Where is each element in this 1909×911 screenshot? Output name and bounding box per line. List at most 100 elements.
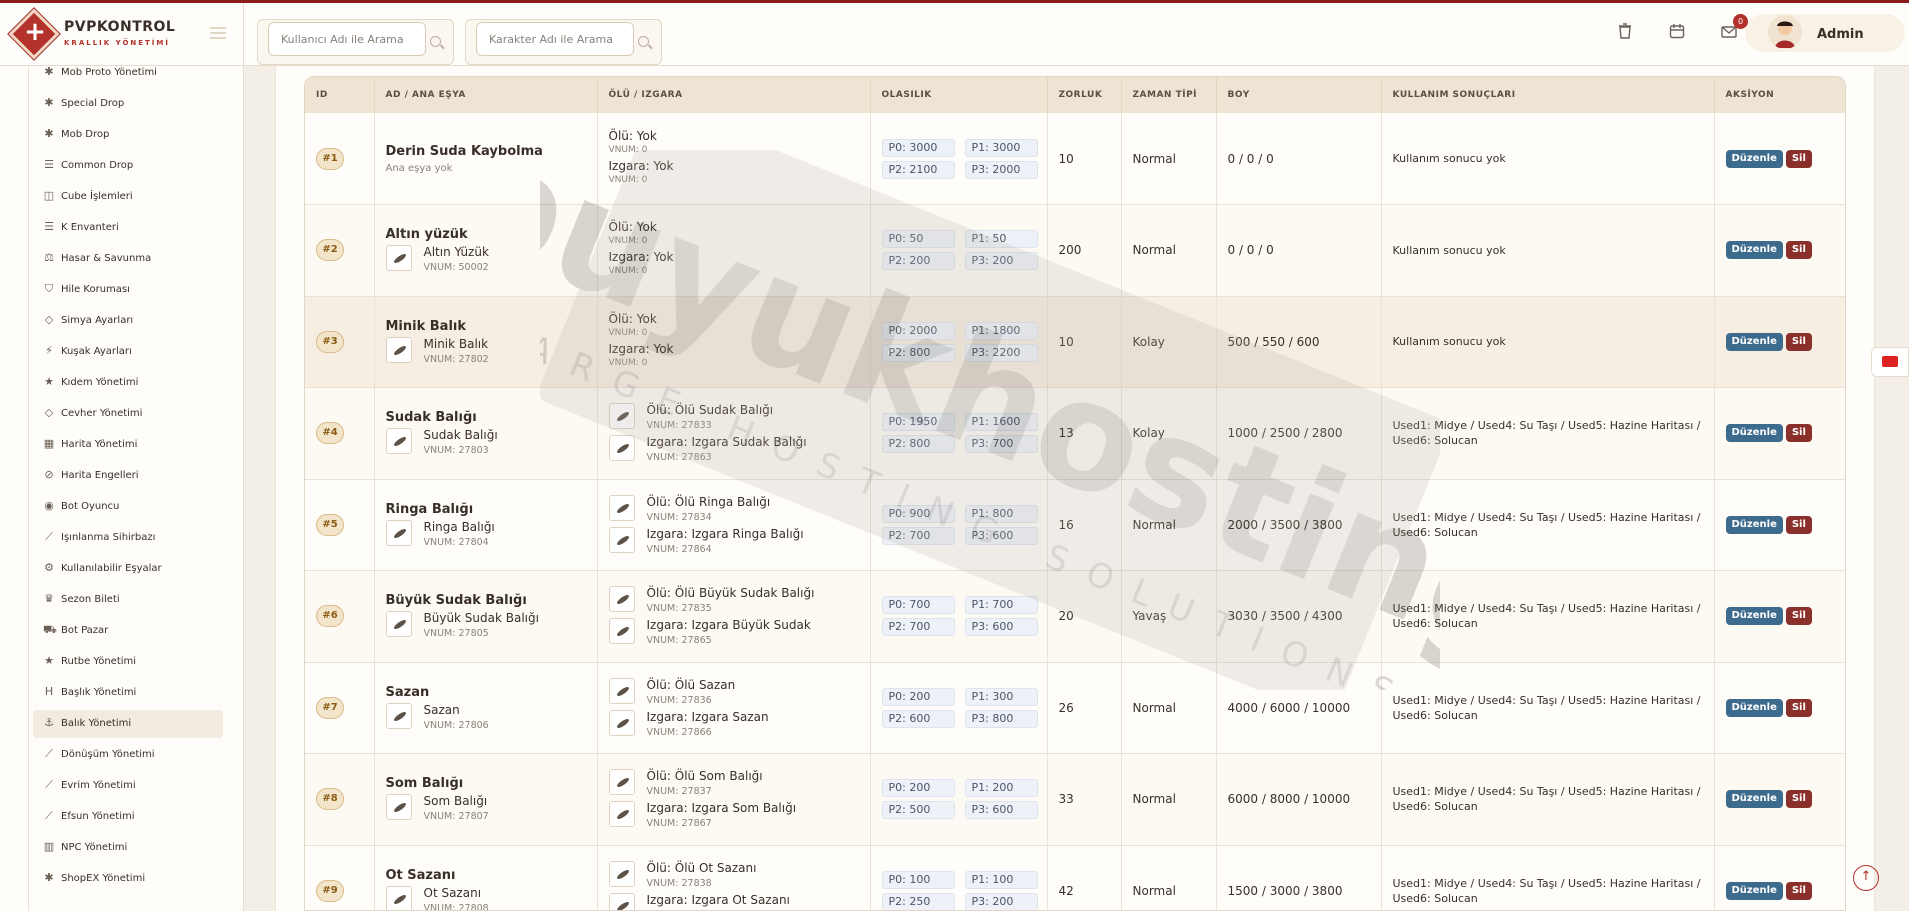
delete-button[interactable]: Sil xyxy=(1785,424,1812,443)
size-cell: 1000 / 2500 / 2800 xyxy=(1216,387,1382,480)
column-header[interactable]: AD / ANA EŞYA xyxy=(374,77,598,113)
shield-icon: ⛉ xyxy=(44,282,54,295)
delete-button[interactable]: Sil xyxy=(1785,515,1812,534)
probability-p0: P0: 1950 xyxy=(881,413,955,432)
dead-item: Ölü: Ölü Sazan xyxy=(646,677,736,692)
grill-item-vnum: VNUM: 27865 xyxy=(646,635,712,647)
table-row[interactable]: #8 Som Balığı Som Balığı VNUM: 27807 Ölü: … xyxy=(305,753,1845,846)
sidebar-item[interactable]: ✱ Mob Drop xyxy=(33,121,223,149)
table-row[interactable]: #4 Sudak Balığı Sudak Balığı VNUM: 27803 Ö… xyxy=(305,387,1845,480)
sidebar-item[interactable]: ⛟ Bot Pazar xyxy=(33,617,223,645)
column-header[interactable]: KULLANIM SONUÇLARI xyxy=(1381,77,1715,113)
sidebar-item[interactable]: ☰ K Envanteri xyxy=(33,214,223,242)
sidebar-item[interactable]: H Başlık Yönetimi xyxy=(33,679,223,707)
sidebar-item[interactable]: ◉ Bot Oyuncu xyxy=(33,493,223,521)
sidebar-item[interactable]: ⚓ Balık Yönetimi xyxy=(33,710,223,738)
character-search-input[interactable] xyxy=(476,22,634,56)
probability-p1: P1: 100 xyxy=(964,870,1038,889)
table-row[interactable]: #9 Ot Sazanı Ot Sazanı VNUM: 27808 Ölü: Öl… xyxy=(305,845,1845,910)
id-badge: #1 xyxy=(316,147,344,170)
edit-button[interactable]: Düzenle xyxy=(1725,515,1783,534)
edit-button[interactable]: Düzenle xyxy=(1725,241,1783,260)
gem-icon: ◇ xyxy=(44,313,54,326)
main-item-vnum: VNUM: 27807 xyxy=(423,811,489,823)
column-header[interactable]: ZAMAN TİPİ xyxy=(1121,77,1217,113)
table-row[interactable]: #7 Sazan Sazan VNUM: 27806 Ölü: Ölü Sazan V… xyxy=(305,662,1845,754)
probability-p1: P1: 3000 xyxy=(964,138,1038,157)
sidebar-item[interactable]: ⚡ Kuşak Ayarları xyxy=(33,338,223,366)
scroll-to-top-button[interactable]: ↑ xyxy=(1853,865,1879,891)
column-header[interactable]: OLASILIK xyxy=(870,77,1048,113)
dead-item-thumbnail-icon xyxy=(608,769,635,796)
delete-button[interactable]: Sil xyxy=(1785,607,1812,626)
sidebar-item[interactable]: ⟋ Işınlanma Sihirbazı xyxy=(33,524,223,552)
size-cell: 2000 / 3500 / 3800 xyxy=(1216,479,1382,571)
language-flag-selector[interactable] xyxy=(1871,347,1909,377)
table-row[interactable]: #5 Ringa Balığı Ringa Balığı VNUM: 27804 Ö… xyxy=(305,479,1845,571)
edit-button[interactable]: Düzenle xyxy=(1725,790,1783,809)
menu-toggle-icon[interactable] xyxy=(210,27,226,39)
sidebar-item[interactable]: ◇ Simya Ayarları xyxy=(33,307,223,335)
sidebar-item[interactable]: ⚖ Hasar & Savunma xyxy=(33,245,223,273)
table-row[interactable]: #2 Altın yüzük Altın Yüzük VNUM: 50002 Ölü… xyxy=(305,204,1845,297)
sidebar-item[interactable]: ◇ Cevher Yönetimi xyxy=(33,400,223,428)
delete-button[interactable]: Sil xyxy=(1785,332,1812,351)
dead-grill-cell: Ölü: Ölü Ringa Balığı VNUM: 27834 Izgara:… xyxy=(597,479,871,571)
search-icon[interactable] xyxy=(430,36,441,47)
sidebar-item[interactable]: ☰ Common Drop xyxy=(33,152,223,180)
sidebar-item[interactable]: ⟋ Dönüşüm Yönetimi xyxy=(33,741,223,769)
probability-p2: P2: 800 xyxy=(881,343,955,362)
sidebar-item[interactable]: ⟋ Efsun Yönetimi xyxy=(33,803,223,831)
trash-icon[interactable] xyxy=(1614,23,1636,45)
delete-button[interactable]: Sil xyxy=(1785,149,1812,168)
name-cell: Ringa Balığı Ringa Balığı VNUM: 27804 xyxy=(374,479,598,571)
sidebar-item[interactable]: ⊘ Harita Engelleri xyxy=(33,462,223,490)
search-icon[interactable] xyxy=(638,36,649,47)
usage-results: Used1: Midye / Used4: Su Taşı / Used5: H… xyxy=(1392,876,1701,905)
delete-button[interactable]: Sil xyxy=(1785,241,1812,260)
grill-item-vnum: VNUM: 0 xyxy=(608,357,648,368)
edit-button[interactable]: Düzenle xyxy=(1725,881,1783,900)
delete-button[interactable]: Sil xyxy=(1785,698,1812,717)
avatar[interactable] xyxy=(1768,15,1802,49)
sidebar-item[interactable]: ★ Kıdem Yönetimi xyxy=(33,369,223,397)
sidebar-item[interactable]: ★ Rutbe Yönetimi xyxy=(33,648,223,676)
sidebar-item-label: Sezon Bileti xyxy=(61,594,120,605)
sidebar-item[interactable]: ✱ ShopEX Yönetimi xyxy=(33,865,223,893)
sidebar-item[interactable]: ✱ Special Drop xyxy=(33,90,223,118)
delete-button[interactable]: Sil xyxy=(1785,790,1812,809)
column-header[interactable]: ID xyxy=(305,77,375,113)
name-cell: Altın yüzük Altın Yüzük VNUM: 50002 xyxy=(374,204,598,297)
calendar-icon[interactable] xyxy=(1666,23,1688,45)
sidebar-item[interactable]: ◫ Cube İşlemleri xyxy=(33,183,223,211)
fish-table: ID AD / ANA EŞYA ÖLÜ / IZGARA OLASILIK ZORLU… xyxy=(305,77,1845,910)
probability-cell: P0: 200 P1: 300 P2: 600 P3: 800 xyxy=(870,662,1048,754)
dead-item: Ölü: Yok xyxy=(608,311,657,326)
admin-name[interactable]: Admin xyxy=(1817,27,1864,42)
table-row[interactable]: #1 Derin Suda Kaybolma Ana eşya yok Ölü: … xyxy=(305,113,1845,205)
table-row[interactable]: #3 Minik Balık Minik Balık VNUM: 27802 Ölü… xyxy=(305,296,1845,388)
sidebar-item[interactable]: ⟋ Evrim Yönetimi xyxy=(33,772,223,800)
main-item-name: Ot Sazanı xyxy=(423,885,482,900)
sidebar-item[interactable]: ✱ Mob Proto Yönetimi xyxy=(33,66,223,87)
grill-item: Izgara: Izgara Büyük Sudak xyxy=(646,618,811,633)
delete-button[interactable]: Sil xyxy=(1785,881,1812,900)
sidebar-item[interactable]: ⛉ Hile Koruması xyxy=(33,276,223,304)
edit-button[interactable]: Düzenle xyxy=(1725,149,1783,168)
column-header[interactable]: AKSİYON xyxy=(1714,77,1845,113)
table-row[interactable]: #6 Büyük Sudak Balığı Büyük Sudak Balığı V… xyxy=(305,570,1845,663)
column-header[interactable]: BOY xyxy=(1216,77,1382,113)
sidebar-item[interactable]: ⚙ Kullanılabilir Eşyalar xyxy=(33,555,223,583)
grill-item-vnum: VNUM: 27866 xyxy=(646,726,712,738)
user-search-input[interactable] xyxy=(268,22,426,56)
column-header[interactable]: ZORLUK xyxy=(1047,77,1122,113)
edit-button[interactable]: Düzenle xyxy=(1725,607,1783,626)
column-header[interactable]: ÖLÜ / IZGARA xyxy=(597,77,871,113)
sidebar-item[interactable]: ♛ Sezon Bileti xyxy=(33,586,223,614)
edit-button[interactable]: Düzenle xyxy=(1725,698,1783,717)
probability-p1: P1: 1800 xyxy=(964,321,1038,340)
sidebar-item[interactable]: ▥ NPC Yönetimi xyxy=(33,834,223,862)
edit-button[interactable]: Düzenle xyxy=(1725,332,1783,351)
sidebar-item[interactable]: ▦ Harita Yönetimi xyxy=(33,431,223,459)
edit-button[interactable]: Düzenle xyxy=(1725,424,1783,443)
